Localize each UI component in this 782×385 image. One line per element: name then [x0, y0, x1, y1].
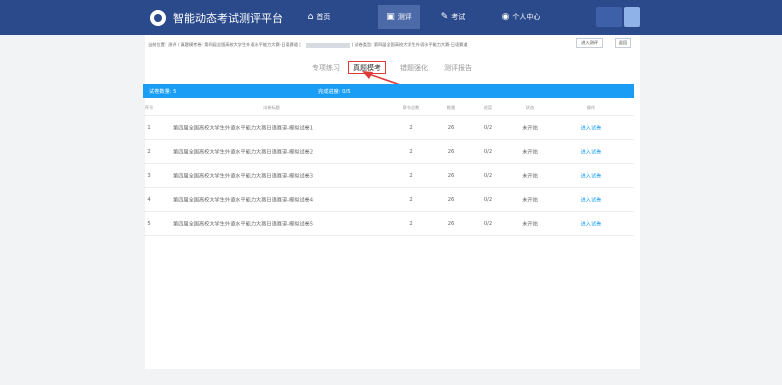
row-name: 第四届全国高校大学生外语水平能力大赛日语赛道-模拟试卷4 — [173, 197, 314, 203]
row-progress: 0/2 — [483, 172, 493, 179]
summary-bar: 试卷数量: 5 完成进度: 0/5 — [143, 84, 634, 98]
row-index: 2 — [147, 148, 151, 155]
paper-count: 试卷数量: 5 — [149, 89, 177, 95]
row-progress: 0/2 — [483, 124, 493, 131]
row-progress: 0/2 — [483, 148, 493, 155]
row-qty: 26 — [447, 124, 455, 131]
row-progress: 0/2 — [483, 196, 493, 203]
row-index: 3 — [147, 172, 151, 179]
row-status: 未开始 — [522, 125, 538, 131]
user-icon: ◉ — [501, 12, 510, 22]
row-status: 未开始 — [522, 221, 538, 227]
row-qty: 26 — [447, 196, 455, 203]
breadcrumb-path: 测评 / 真题模考卷: 第四届全国高校大学生外语水平能力大赛-日语赛道 | — [168, 42, 301, 47]
row-qty: 26 — [447, 172, 455, 179]
test-icon: ▣ — [386, 12, 395, 22]
row-parts: 2 — [409, 196, 413, 203]
enter-test-button[interactable]: 进入测评 — [576, 38, 603, 48]
row-parts: 2 — [409, 124, 413, 131]
user-name-blurred[interactable] — [596, 7, 622, 27]
brand[interactable]: 智能动态考试测评平台 — [150, 8, 283, 28]
row-index: 1 — [147, 124, 151, 131]
logo-icon — [150, 10, 166, 26]
row-status: 未开始 — [522, 197, 538, 203]
row-name: 第四届全国高校大学生外语水平能力大赛日语赛道-模拟试卷1 — [173, 125, 314, 131]
enter-paper-link[interactable]: 进入试卷 — [578, 148, 604, 155]
paper-table: 序号 试卷标题 章节总数 数量 进度 状态 操作 1 第四届全国高校大学生外语水… — [143, 100, 634, 236]
header-op: 操作 — [586, 104, 596, 110]
header-index: 序号 — [144, 104, 154, 110]
row-status: 未开始 — [522, 149, 538, 155]
table-row: 5 第四届全国高校大学生外语水平能力大赛日语赛道-模拟试卷5 2 26 0/2 … — [143, 212, 634, 236]
tab-practice[interactable]: 专项练习 — [309, 61, 343, 74]
enter-paper-link[interactable]: 进入试卷 — [578, 172, 604, 179]
row-status: 未开始 — [522, 173, 538, 179]
enter-paper-link[interactable]: 进入试卷 — [578, 196, 604, 203]
back-button[interactable]: 返回 — [615, 38, 631, 48]
nav-user-label: 个人中心 — [512, 13, 541, 21]
row-index: 4 — [147, 196, 151, 203]
table-row: 1 第四届全国高校大学生外语水平能力大赛日语赛道-模拟试卷1 2 26 0/2 … — [143, 116, 634, 140]
row-qty: 26 — [447, 220, 455, 227]
row-parts: 2 — [409, 148, 413, 155]
nav-test[interactable]: ▣ 测评 — [378, 5, 420, 29]
header-name: 试卷标题 — [263, 104, 280, 110]
enter-paper-link[interactable]: 进入试卷 — [578, 124, 604, 131]
breadcrumb-type: | 试卷类型: 第四届全国高校大学生外语水平能力大赛-日语赛道 — [351, 42, 468, 47]
header-qty: 数量 — [446, 104, 456, 110]
nav-home[interactable]: ⌂ 首页 — [296, 5, 342, 29]
avatar[interactable] — [624, 7, 640, 27]
redacted-text — [305, 42, 350, 48]
row-parts: 2 — [409, 220, 413, 227]
row-qty: 26 — [447, 148, 455, 155]
breadcrumb-prefix: 当前位置: — [148, 42, 167, 47]
row-name: 第四届全国高校大学生外语水平能力大赛日语赛道-模拟试卷2 — [173, 149, 314, 155]
home-icon: ⌂ — [307, 12, 314, 22]
nav-home-label: 首页 — [316, 13, 331, 21]
table-row: 4 第四届全国高校大学生外语水平能力大赛日语赛道-模拟试卷4 2 26 0/2 … — [143, 188, 634, 212]
tab-report[interactable]: 测评报告 — [440, 61, 476, 74]
breadcrumb: 当前位置: 测评 / 真题模考卷: 第四届全国高校大学生外语水平能力大赛-日语赛… — [148, 39, 638, 51]
row-index: 5 — [147, 220, 151, 227]
nav-user[interactable]: ◉ 个人中心 — [490, 5, 552, 29]
nav-test-label: 测评 — [397, 13, 412, 21]
exam-icon: ✎ — [440, 12, 449, 22]
header-status: 状态 — [525, 104, 535, 110]
table-row: 3 第四届全国高校大学生外语水平能力大赛日语赛道-模拟试卷3 2 26 0/2 … — [143, 164, 634, 188]
row-name: 第四届全国高校大学生外语水平能力大赛日语赛道-模拟试卷5 — [173, 221, 314, 227]
row-parts: 2 — [409, 172, 413, 179]
nav-exam-label: 考试 — [451, 13, 466, 21]
app-title: 智能动态考试测评平台 — [173, 12, 283, 25]
header-parts: 章节总数 — [402, 104, 420, 110]
nav-exam[interactable]: ✎ 考试 — [433, 5, 473, 29]
table-header: 序号 试卷标题 章节总数 数量 进度 状态 操作 — [143, 100, 634, 116]
table-row: 2 第四届全国高校大学生外语水平能力大赛日语赛道-模拟试卷2 2 26 0/2 … — [143, 140, 634, 164]
enter-paper-link[interactable]: 进入试卷 — [578, 220, 604, 227]
row-name: 第四届全国高校大学生外语水平能力大赛日语赛道-模拟试卷3 — [173, 173, 314, 179]
row-progress: 0/2 — [483, 220, 493, 227]
header-progress: 进度 — [483, 104, 493, 110]
completion-progress: 完成进度: 0/5 — [318, 89, 351, 95]
